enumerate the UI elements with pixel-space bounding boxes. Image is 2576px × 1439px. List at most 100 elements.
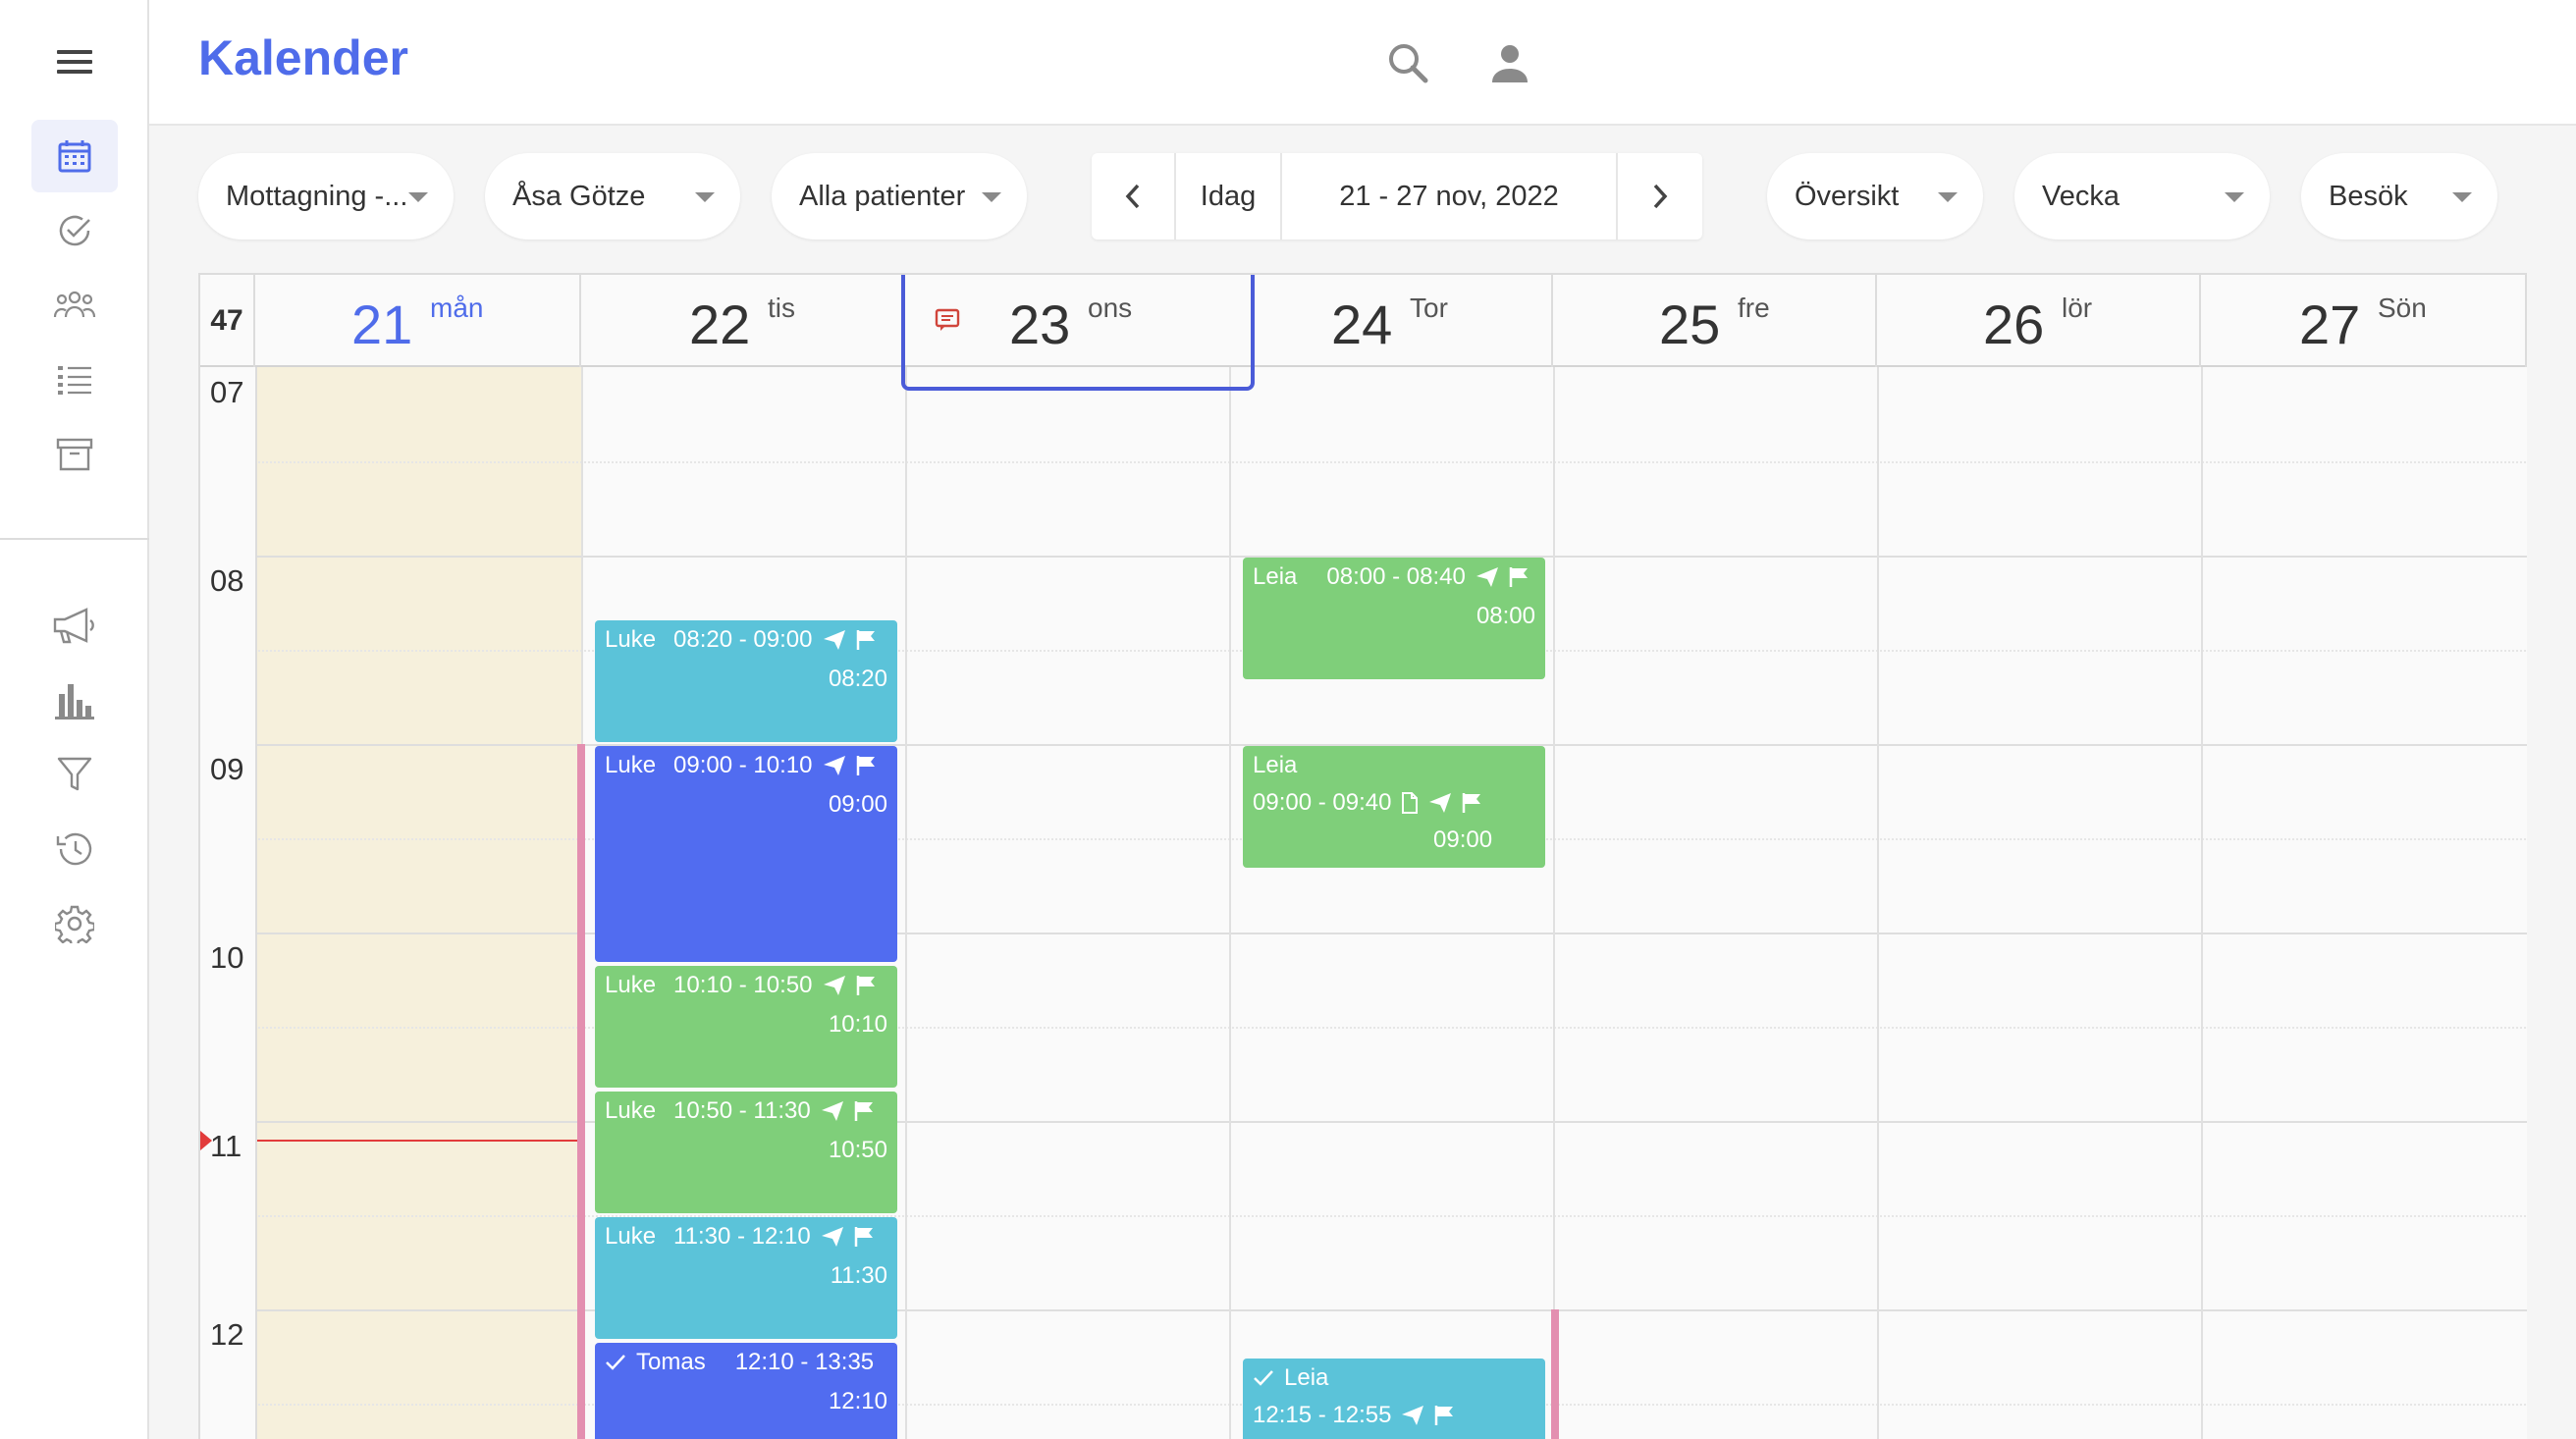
sidebar [0,0,149,1439]
day-divider [1553,367,1555,1439]
appointment-card[interactable]: Luke 10:10 - 10:50 10:10 [595,966,897,1088]
day-header-saturday[interactable]: 26 lör [1877,275,2201,367]
calendar-grid: 07 08 09 10 11 12 Luke 08:20 - 09:00 08:… [200,367,2527,1439]
chevron-down-icon [2452,192,2472,202]
sidebar-item-patients[interactable] [31,269,118,342]
flag-icon [854,1100,876,1122]
appointment-start: 10:50 [828,1137,887,1163]
hour-label: 09 [210,752,244,786]
appointment-card[interactable]: Luke 11:30 - 12:10 11:30 [595,1217,897,1339]
next-week-button[interactable] [1618,153,1702,240]
appointment-time: 10:10 - 10:50 [673,972,813,998]
send-icon [821,1100,844,1122]
date-range-label[interactable]: 21 - 27 nov, 2022 [1282,153,1618,240]
day-header-friday[interactable]: 25 fre [1553,275,1877,367]
reception-select[interactable]: Mottagning -... [198,153,454,240]
account-icon[interactable] [1480,33,1539,92]
hour-label: 11 [210,1129,242,1163]
appointment-time: 12:10 - 13:35 [734,1349,875,1375]
staff-select[interactable]: Åsa Götze [485,153,740,240]
overview-select-value: Översikt [1795,180,1900,212]
day-number: 24 [1331,293,1393,355]
appointment-start: 08:20 [828,666,887,692]
patient-name: Luke [605,752,657,778]
flag-icon [1509,566,1530,588]
sidebar-item-statistics[interactable] [31,664,118,736]
page-title: Kalender [198,30,408,85]
chevron-down-icon [982,192,1001,202]
send-icon [1401,1405,1424,1426]
availability-bar [1551,1309,1559,1439]
sidebar-item-list[interactable] [31,344,118,416]
current-time-line [257,1140,581,1142]
day-number: 26 [1983,293,2045,355]
flag-icon [856,629,878,651]
previous-week-button[interactable] [1092,153,1176,240]
patient-name: Tomas [636,1349,706,1375]
calendar-icon [57,138,92,174]
flag-icon [856,975,878,996]
today-column-highlight [257,367,581,1439]
flag-icon [1434,1405,1456,1426]
day-divider [905,367,907,1439]
chevron-right-icon [1650,183,1670,210]
day-header-wednesday[interactable]: 23 ons [901,275,1255,391]
week-number: 47 [200,275,255,367]
send-icon [821,1226,844,1248]
sidebar-item-history[interactable] [31,813,118,885]
sidebar-item-settings[interactable] [31,887,118,960]
day-header-thursday[interactable]: 24 Tor [1229,275,1553,367]
day-divider [1877,367,1879,1439]
day-number: 25 [1659,293,1721,355]
list-icon [57,364,92,396]
sidebar-item-campaigns[interactable] [31,589,118,662]
day-number: 23 [1009,293,1071,355]
period-select[interactable]: Vecka [2014,153,2270,240]
sidebar-item-calendar[interactable] [31,120,118,192]
flag-icon [856,755,878,776]
sidebar-item-archive[interactable] [31,418,118,491]
hamburger-menu-icon[interactable] [49,42,100,81]
appointment-card[interactable]: Leia 12:15 - 12:55 [1243,1359,1545,1439]
flag-icon [1462,792,1483,814]
day-number: 22 [689,293,751,355]
week-calendar: 47 21 mån 22 tis 23 ons 24 Tor 25 fre 26… [198,273,2527,1439]
appointment-card[interactable]: Luke 10:50 - 11:30 10:50 [595,1092,897,1213]
patient-name: Luke [605,1097,657,1124]
appointment-time: 10:50 - 11:30 [673,1097,811,1124]
chevron-left-icon [1123,183,1143,210]
appointment-card[interactable]: Luke 08:20 - 09:00 08:20 [595,620,897,742]
type-select[interactable]: Besök [2301,153,2497,240]
patient-name: Luke [605,1223,657,1250]
appointment-card[interactable]: Luke 09:00 - 10:10 09:00 [595,746,897,962]
top-bar: Kalender [149,0,2576,126]
sidebar-item-tasks[interactable] [31,194,118,267]
megaphone-icon [53,607,96,644]
patients-select[interactable]: Alla patienter [772,153,1027,240]
appointment-card[interactable]: Leia 08:00 - 08:40 08:00 [1243,558,1545,679]
patient-name: Leia [1253,563,1298,590]
appointment-card[interactable]: Tomas 12:10 - 13:35 12:10 [595,1343,897,1439]
staff-select-value: Åsa Götze [512,180,646,212]
chevron-down-icon [2225,192,2244,202]
day-divider [1229,367,1231,1439]
overview-select[interactable]: Översikt [1767,153,1983,240]
appointment-time: 09:00 - 10:10 [673,752,813,778]
time-column-divider [255,367,257,1439]
archive-icon [56,437,93,472]
sidebar-item-filter[interactable] [31,738,118,811]
day-header-tuesday[interactable]: 22 tis [581,275,905,367]
appointment-start: 11:30 [830,1262,887,1289]
appointment-card[interactable]: Leia 09:00 - 09:40 09:00 [1243,746,1545,868]
today-button[interactable]: Idag [1176,153,1282,240]
day-header-monday[interactable]: 21 mån [257,275,581,367]
chevron-down-icon [1938,192,1958,202]
period-select-value: Vecka [2042,180,2120,212]
day-divider [2201,367,2203,1439]
note-icon [935,308,960,332]
search-icon[interactable] [1378,33,1437,92]
day-header-sunday[interactable]: 27 Sön [2201,275,2527,367]
day-name: Sön [2378,293,2427,323]
send-icon [1476,566,1499,588]
day-name: tis [768,293,795,323]
